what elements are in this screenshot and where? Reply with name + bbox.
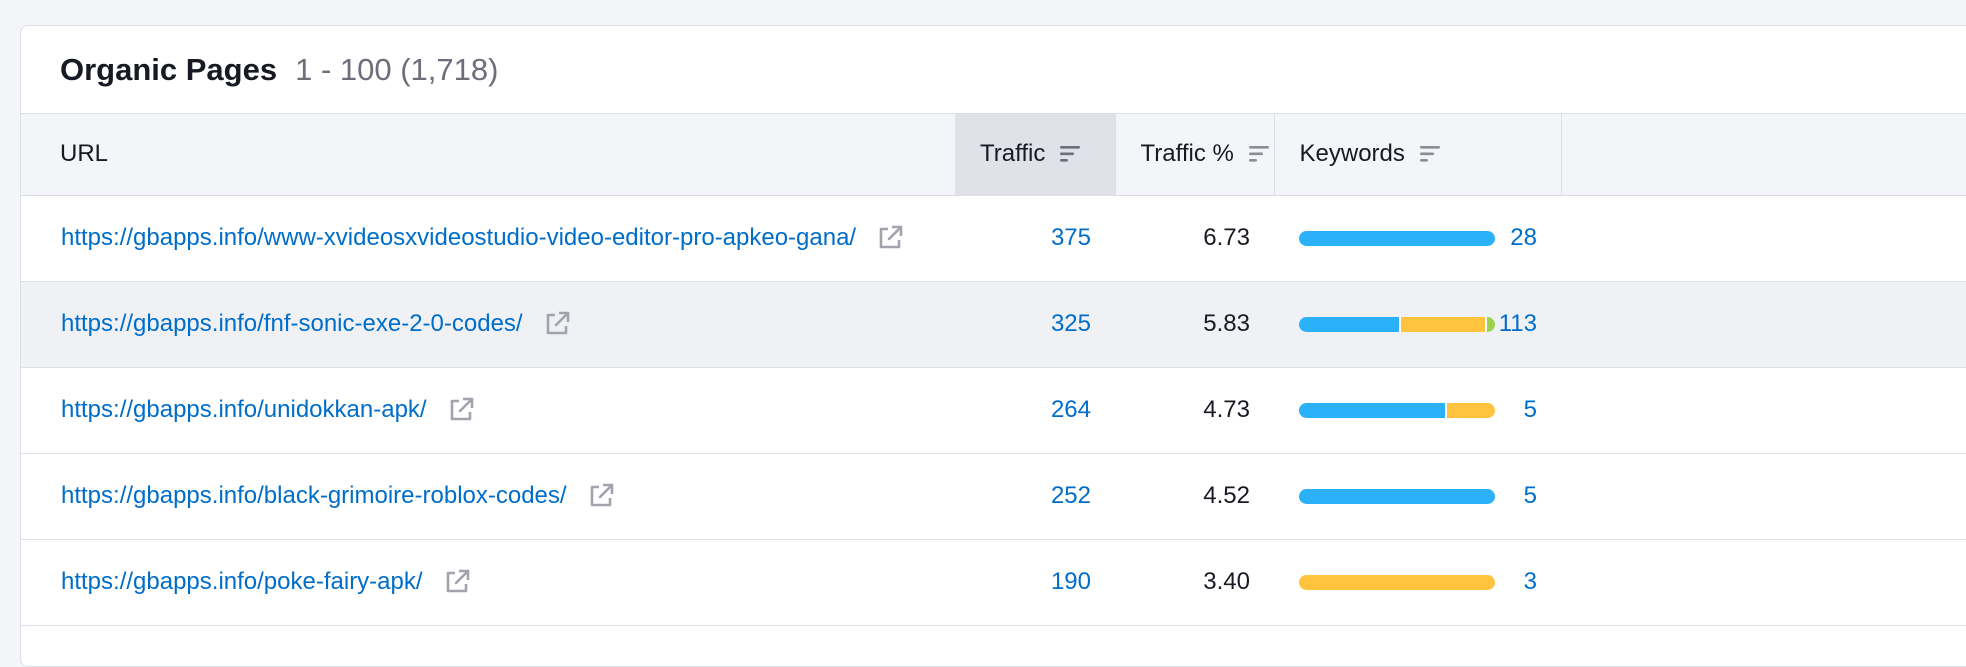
- keyword-distribution-segment: [1299, 488, 1495, 504]
- extra-cell: [1561, 195, 1966, 281]
- column-header-traffic-label: Traffic: [980, 140, 1046, 168]
- keyword-distribution-bar: [1299, 488, 1495, 504]
- url-cell: https://gbapps.info/unidokkan-apk/: [21, 367, 955, 453]
- organic-pages-table: URL Traffic Traffic % Keywords https://g…: [21, 114, 1966, 626]
- table-header-row: URL Traffic Traffic % Keywords: [21, 114, 1966, 196]
- page-url-link[interactable]: https://gbapps.info/fnf-sonic-exe-2-0-co…: [61, 310, 523, 338]
- column-header-keywords-label: Keywords: [1299, 140, 1405, 168]
- table-row: https://gbapps.info/unidokkan-apk/ 264 4…: [21, 367, 1966, 453]
- page-url-link[interactable]: https://gbapps.info/www-xvideosxvideostu…: [61, 224, 856, 252]
- table-row: https://gbapps.info/poke-fairy-apk/ 190 …: [21, 539, 1966, 625]
- keyword-distribution-segment: [1398, 316, 1486, 332]
- external-link-icon[interactable]: [587, 482, 615, 510]
- table-row: https://gbapps.info/black-grimoire-roblo…: [21, 453, 1966, 539]
- keywords-distribution-cell: [1274, 367, 1495, 453]
- traffic-value[interactable]: 375: [955, 195, 1115, 281]
- keyword-distribution-segment: [1299, 230, 1495, 246]
- traffic-percent-value: 3.40: [1203, 568, 1250, 595]
- keywords-distribution-cell: [1274, 539, 1495, 625]
- keywords-distribution-cell: [1274, 281, 1495, 367]
- column-header-traffic-percent[interactable]: Traffic %: [1115, 114, 1275, 196]
- url-cell: https://gbapps.info/fnf-sonic-exe-2-0-co…: [21, 281, 955, 367]
- column-header-traffic[interactable]: Traffic: [955, 114, 1116, 196]
- url-cell: https://gbapps.info/black-grimoire-roblo…: [21, 453, 955, 539]
- table-body: https://gbapps.info/www-xvideosxvideostu…: [21, 195, 1966, 625]
- keywords-distribution-cell: [1274, 453, 1495, 539]
- traffic-percent-value: 5.83: [1203, 310, 1250, 337]
- traffic-percent-value: 6.73: [1203, 224, 1250, 251]
- card-header: Organic Pages 1 - 100 (1,718): [21, 26, 1966, 114]
- keyword-distribution-segment: [1299, 574, 1495, 590]
- keyword-distribution-segment: [1299, 402, 1445, 418]
- result-count: 1 - 100 (1,718): [295, 51, 499, 87]
- keyword-distribution-segment: [1299, 316, 1399, 332]
- traffic-percent-value: 4.73: [1203, 396, 1250, 423]
- keyword-distribution-bar: [1299, 230, 1495, 246]
- keyword-distribution-bar: [1299, 316, 1495, 332]
- keywords-distribution-cell: [1274, 195, 1495, 281]
- sort-icon[interactable]: [1419, 144, 1443, 164]
- page-url-link[interactable]: https://gbapps.info/unidokkan-apk/: [61, 396, 427, 424]
- traffic-percent-value: 4.52: [1203, 482, 1250, 509]
- extra-cell: [1561, 281, 1966, 367]
- extra-cell: [1561, 367, 1966, 453]
- traffic-value[interactable]: 252: [955, 453, 1115, 539]
- sort-icon[interactable]: [1059, 144, 1083, 164]
- page-url-link[interactable]: https://gbapps.info/poke-fairy-apk/: [61, 568, 423, 596]
- external-link-icon[interactable]: [443, 568, 471, 596]
- sort-icon[interactable]: [1248, 144, 1272, 164]
- card-title: Organic Pages: [60, 51, 278, 87]
- extra-cell: [1561, 539, 1966, 625]
- url-cell: https://gbapps.info/poke-fairy-apk/: [21, 539, 955, 625]
- traffic-value[interactable]: 325: [955, 281, 1115, 367]
- column-header-url-label: URL: [60, 140, 109, 168]
- extra-cell: [1561, 453, 1966, 539]
- external-link-icon[interactable]: [876, 224, 904, 252]
- page-url-link[interactable]: https://gbapps.info/black-grimoire-roblo…: [61, 482, 567, 510]
- table-row: https://gbapps.info/fnf-sonic-exe-2-0-co…: [21, 281, 1966, 367]
- url-cell: https://gbapps.info/www-xvideosxvideostu…: [21, 195, 955, 281]
- column-header-traffic-percent-label: Traffic %: [1140, 140, 1234, 168]
- keyword-distribution-bar: [1299, 402, 1495, 418]
- table-row: https://gbapps.info/www-xvideosxvideostu…: [21, 195, 1966, 281]
- traffic-value[interactable]: 264: [955, 367, 1115, 453]
- keyword-distribution-bar: [1299, 574, 1495, 590]
- keyword-distribution-segment: [1444, 402, 1495, 418]
- column-header-extra: [1561, 114, 1966, 196]
- external-link-icon[interactable]: [447, 396, 475, 424]
- column-header-url: URL: [21, 114, 955, 196]
- column-header-keywords[interactable]: Keywords: [1274, 114, 1562, 196]
- organic-pages-card: Organic Pages 1 - 100 (1,718) URL Traffi…: [20, 25, 1966, 667]
- traffic-value[interactable]: 190: [955, 539, 1115, 625]
- external-link-icon[interactable]: [543, 310, 571, 338]
